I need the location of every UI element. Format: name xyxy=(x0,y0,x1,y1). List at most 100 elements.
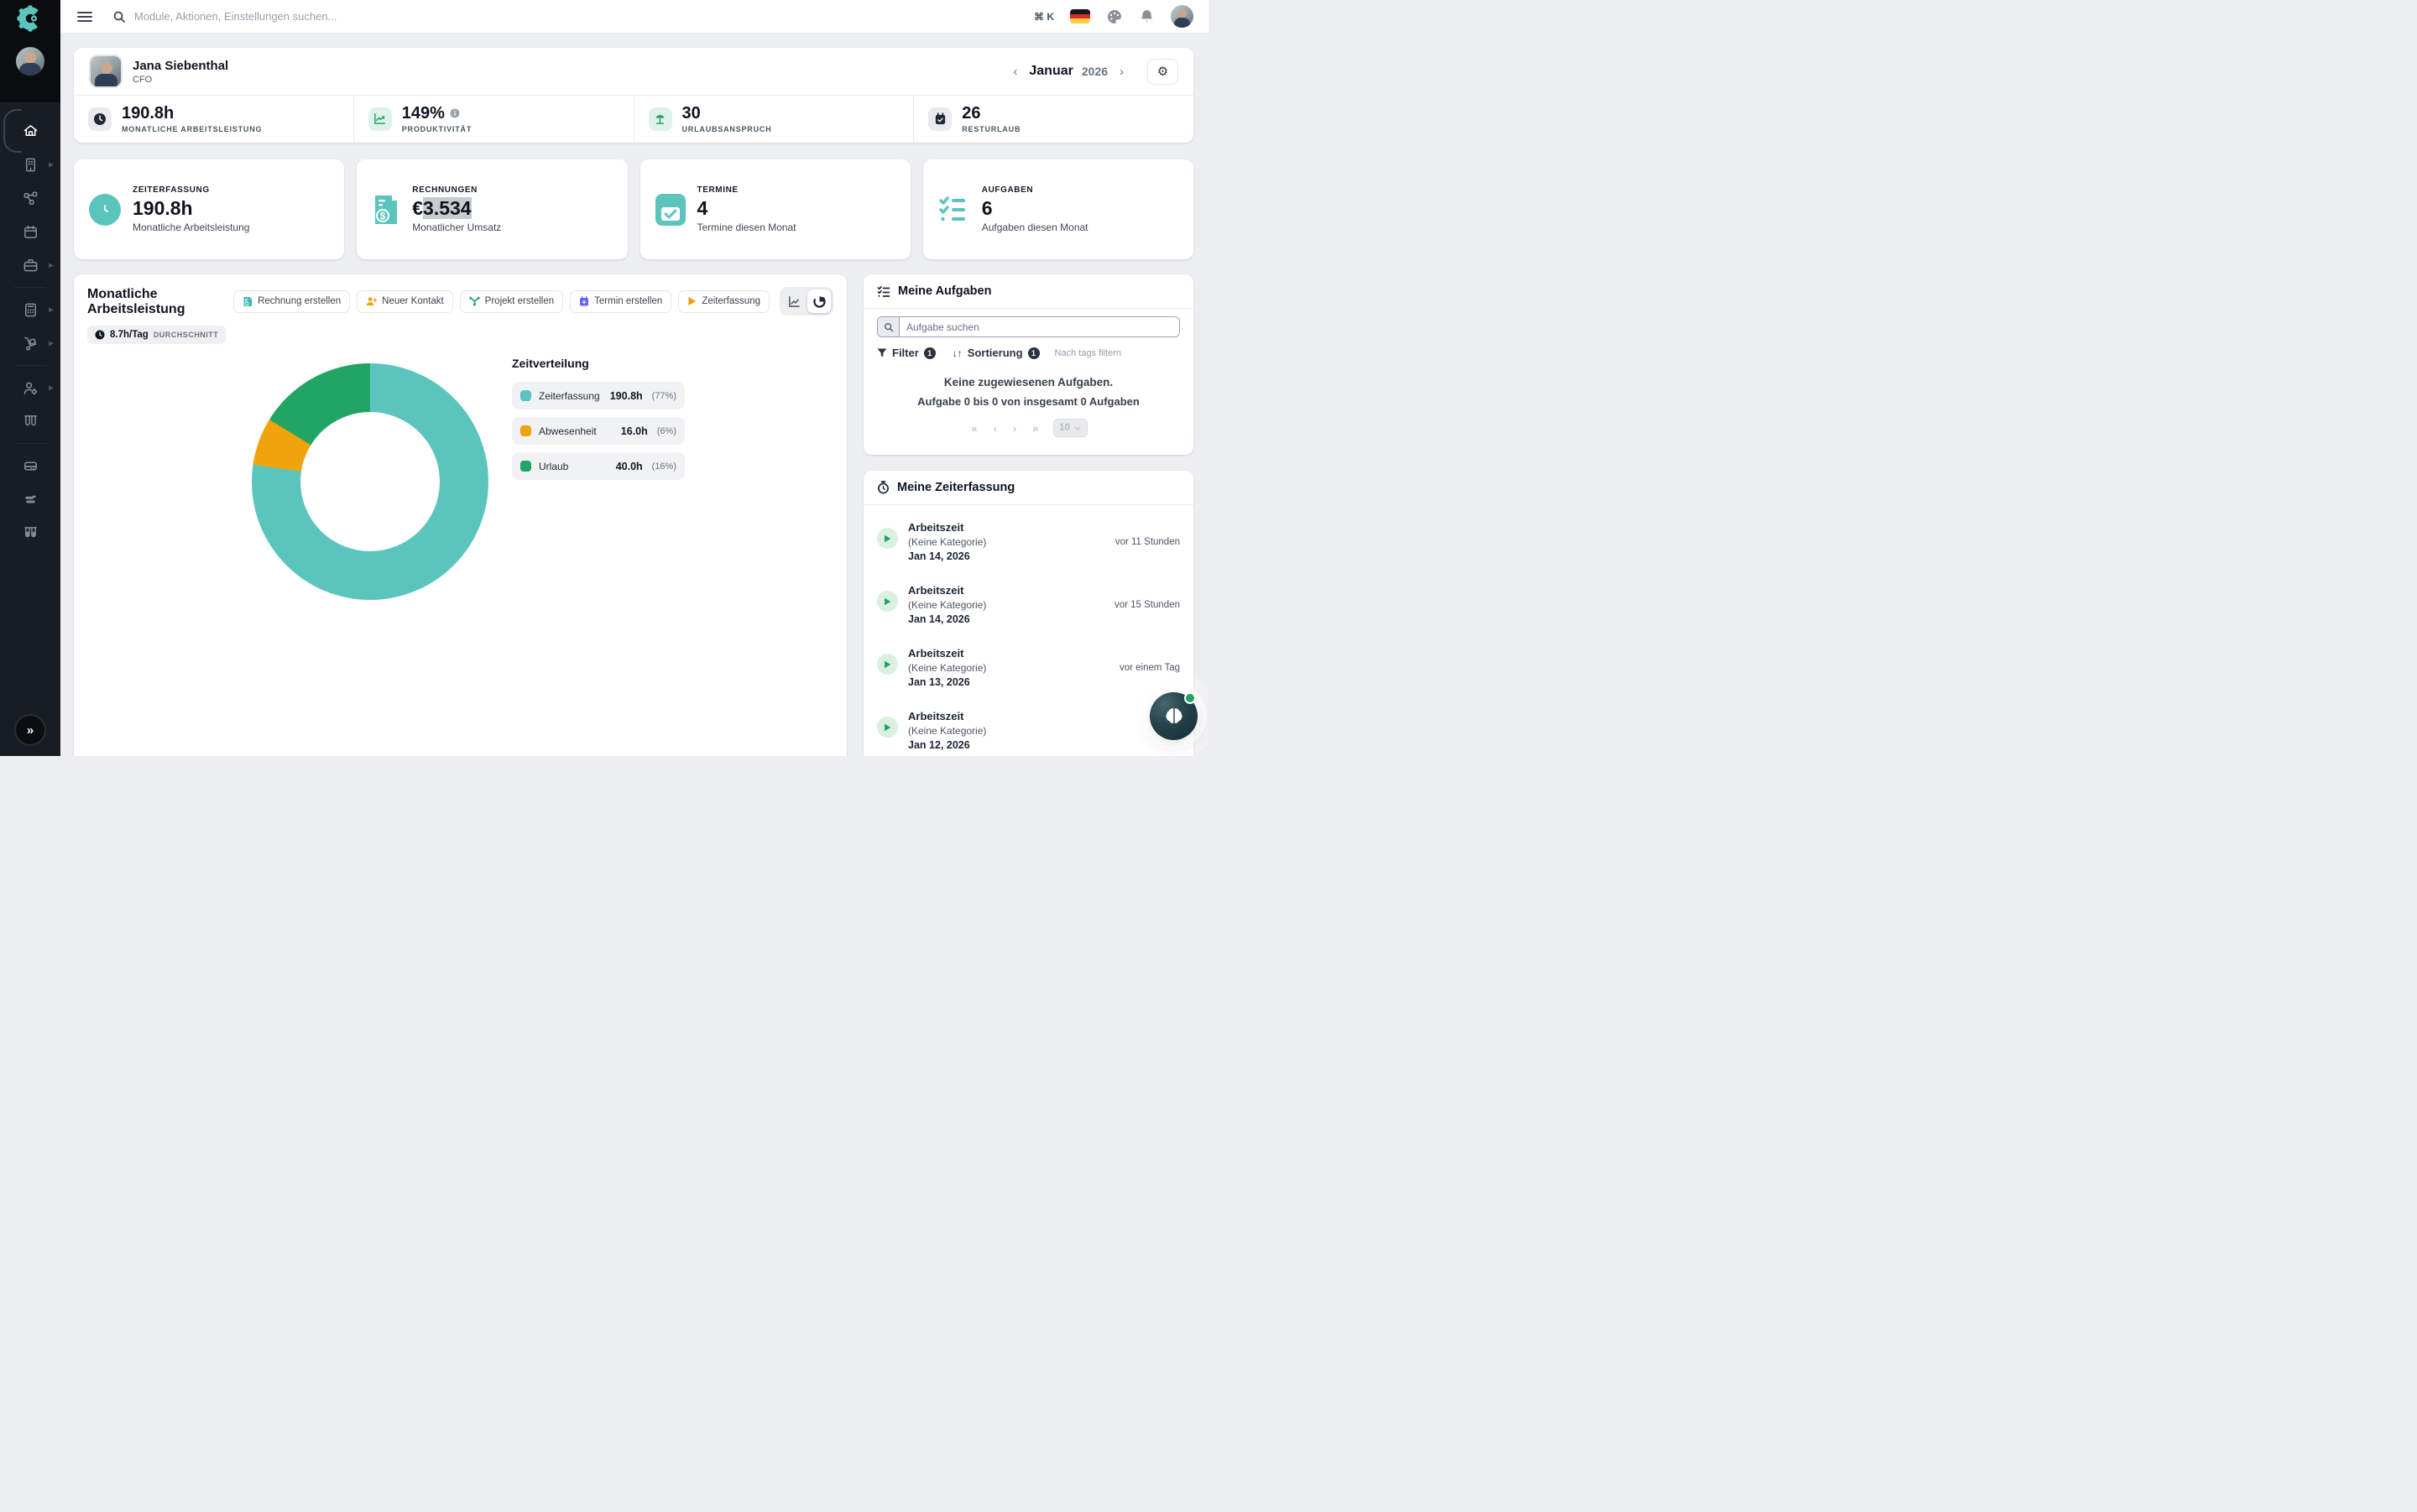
server-icon xyxy=(23,458,39,474)
sort-label[interactable]: Sortierung xyxy=(968,347,1023,359)
stat-vacation-entitlement: 30URLAUBSANSPRUCH xyxy=(634,96,914,142)
calculator-icon xyxy=(23,302,39,318)
info-icon[interactable] xyxy=(450,108,460,118)
language-flag-de[interactable] xyxy=(1070,9,1090,23)
stat-label: PRODUKTIVITÄT xyxy=(402,125,472,133)
card-rechnungen[interactable]: $ RECHNUNGEN €3.534 Monatlicher Umsatz xyxy=(357,159,627,259)
page-size-select[interactable]: 10 xyxy=(1053,419,1088,437)
time-entry[interactable]: Arbeitszeit (Keine Kategorie) Jan 12, 20… xyxy=(877,699,1180,756)
user-identity: Jana Siebenthal CFO xyxy=(133,59,228,85)
sidebar-item-calendar[interactable] xyxy=(0,215,60,248)
play-icon xyxy=(884,534,891,543)
chart-line-icon xyxy=(373,112,386,125)
invoice-icon xyxy=(243,296,253,307)
list-checks-icon xyxy=(877,285,890,298)
entry-date: Jan 14, 2026 xyxy=(908,550,1105,562)
empty-message: Keine zugewiesenen Aufgaben. xyxy=(864,376,1193,388)
keyboard-shortcut-hint: ⌘ K xyxy=(1034,11,1054,23)
new-contact-button[interactable]: Neuer Kontakt xyxy=(357,290,453,313)
average-badge: 8.7h/Tag DURCHSCHNITT xyxy=(87,326,226,344)
next-month-button[interactable]: › xyxy=(1116,65,1127,79)
card-title: TERMINE xyxy=(697,185,796,195)
create-project-button[interactable]: Projekt erstellen xyxy=(460,290,563,313)
next-page-button[interactable]: › xyxy=(1011,422,1018,435)
tasks-empty-state: Keine zugewiesenen Aufgaben. Aufgabe 0 b… xyxy=(864,376,1193,408)
button-label: Termin erstellen xyxy=(594,296,662,306)
app-logo-icon[interactable] xyxy=(17,5,44,32)
pie-chart-toggle[interactable] xyxy=(807,289,831,313)
legend-title: Zeitverteilung xyxy=(512,357,685,370)
dashboard-settings-button[interactable]: ⚙ xyxy=(1147,59,1178,85)
notifications-bell-icon[interactable] xyxy=(1139,8,1155,24)
filter-funnel-icon[interactable] xyxy=(877,348,887,357)
global-search[interactable] xyxy=(112,10,1034,23)
profile-avatar[interactable] xyxy=(89,55,123,88)
sidebar-avatar[interactable] xyxy=(16,47,44,76)
sidebar-item-network[interactable] xyxy=(0,181,60,215)
sidebar-item-finance[interactable]: ▶ xyxy=(0,293,60,326)
play-icon xyxy=(687,296,697,306)
card-aufgaben[interactable]: AUFGABEN 6 Aufgaben diesen Monat xyxy=(923,159,1193,259)
entry-title: Arbeitszeit xyxy=(908,521,1105,534)
time-entry[interactable]: Arbeitszeit (Keine Kategorie) Jan 14, 20… xyxy=(877,573,1180,636)
clock-icon xyxy=(93,112,107,126)
create-invoice-button[interactable]: Rechnung erstellen xyxy=(233,290,350,313)
sidebar-item-projects[interactable]: ▶ xyxy=(0,248,60,282)
clock-icon xyxy=(97,201,113,218)
legend-value: 40.0h xyxy=(616,461,643,472)
task-search-input[interactable] xyxy=(900,317,1179,336)
sidebar-item-company[interactable]: ▶ xyxy=(0,148,60,181)
create-appointment-button[interactable]: Termin erstellen xyxy=(570,290,671,313)
dashboard-header-card: Jana Siebenthal CFO ‹ Januar 2026 › ⚙ 19… xyxy=(74,48,1193,143)
user-avatar[interactable] xyxy=(1171,5,1193,28)
svg-text:$: $ xyxy=(380,210,386,222)
stat-label: RESTURLAUB xyxy=(962,125,1021,133)
theme-palette-icon[interactable] xyxy=(1106,8,1123,25)
filter-label[interactable]: Filter xyxy=(892,347,919,359)
card-subtitle: Aufgaben diesen Monat xyxy=(982,222,1088,233)
tasks-pagination: « ‹ › » 10 xyxy=(864,419,1193,437)
card-zeiterfassung[interactable]: ZEITERFASSUNG 190.8h Monatliche Arbeitsl… xyxy=(74,159,344,259)
sidebar-item-home[interactable] xyxy=(0,114,60,148)
entry-date: Jan 14, 2026 xyxy=(908,613,1104,625)
play-button[interactable] xyxy=(877,591,898,612)
time-tracking-button[interactable]: Zeiterfassung xyxy=(678,290,770,313)
sidebar-item-experiments[interactable] xyxy=(0,516,60,550)
play-button[interactable] xyxy=(877,528,898,549)
global-search-input[interactable] xyxy=(134,10,487,23)
prev-page-button[interactable]: ‹ xyxy=(992,422,999,435)
sidebar-item-server[interactable] xyxy=(0,449,60,482)
card-title: ZEITERFASSUNG xyxy=(133,185,249,195)
test-tubes-icon xyxy=(23,414,39,430)
sidebar-item-lab[interactable] xyxy=(0,404,60,438)
sidebar-item-hr[interactable]: ▶ xyxy=(0,371,60,404)
card-termine[interactable]: TERMINE 4 Termine diesen Monat xyxy=(640,159,911,259)
tags-filter-label[interactable]: Nach tags filtern xyxy=(1055,348,1121,358)
hamburger-menu-icon[interactable] xyxy=(77,12,92,22)
sidebar-divider xyxy=(14,287,46,288)
stat-value: 149% xyxy=(402,105,445,122)
layers-icon xyxy=(23,492,39,508)
sidebar-expand-button[interactable]: » xyxy=(14,714,46,746)
time-entry[interactable]: Arbeitszeit (Keine Kategorie) Jan 14, 20… xyxy=(877,510,1180,573)
play-button[interactable] xyxy=(877,654,898,675)
line-chart-toggle[interactable] xyxy=(782,289,806,313)
first-page-button[interactable]: « xyxy=(969,422,979,435)
home-icon xyxy=(23,123,39,139)
sidebar-item-stack[interactable] xyxy=(0,482,60,516)
empty-count-message: Aufgabe 0 bis 0 von insgesamt 0 Aufgaben xyxy=(864,395,1193,408)
card-title: RECHNUNGEN xyxy=(412,185,501,195)
sidebar-item-logistics[interactable]: ▶ xyxy=(0,326,60,360)
prev-month-button[interactable]: ‹ xyxy=(1010,65,1021,79)
legend-value: 190.8h xyxy=(610,390,643,402)
time-entry[interactable]: Arbeitszeit (Keine Kategorie) Jan 13, 20… xyxy=(877,636,1180,699)
play-icon xyxy=(884,597,891,606)
ai-assistant-fab[interactable] xyxy=(1150,692,1198,740)
play-button[interactable] xyxy=(877,717,898,738)
sort-arrows-icon[interactable]: ↓↑ xyxy=(953,347,963,359)
beach-umbrella-icon xyxy=(654,112,666,125)
last-page-button[interactable]: » xyxy=(1031,422,1040,435)
invoice-icon: $ xyxy=(372,194,400,226)
app-root: ▶ ▶ ▶ ▶ ▶ xyxy=(0,0,1208,756)
legend-label: Zeiterfassung xyxy=(539,390,603,402)
